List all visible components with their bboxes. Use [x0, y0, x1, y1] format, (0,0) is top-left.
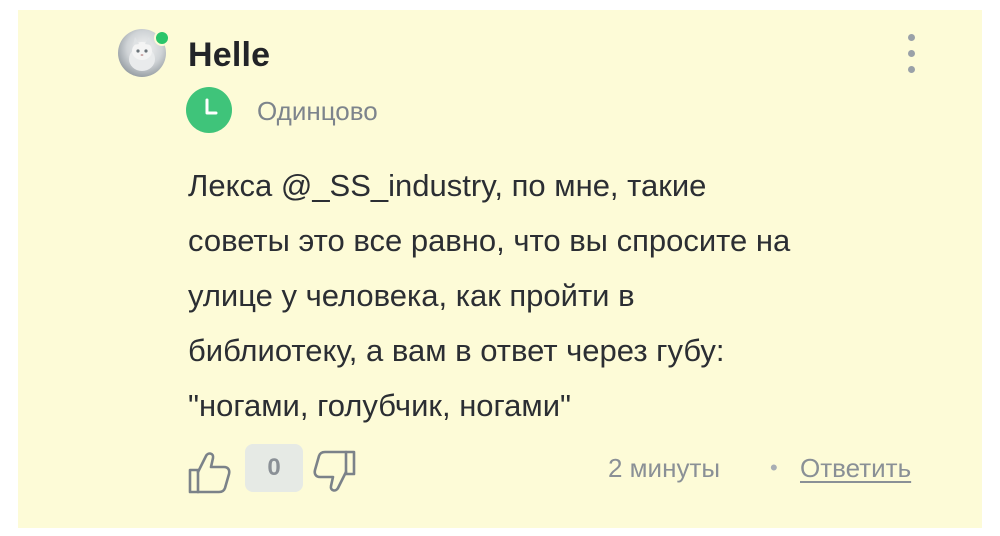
comment-line: Лекса @_SS_industry, по мне, такие [188, 168, 707, 203]
comment-line: советы это все равно, что вы спросите на [188, 223, 791, 258]
more-options-button[interactable] [900, 34, 924, 74]
reply-link[interactable]: Ответить [800, 453, 911, 484]
clock-icon [205, 98, 218, 115]
comment-line: библиотеку, а вам в ответ через губу: [188, 333, 725, 368]
dislike-button[interactable] [312, 448, 358, 496]
author-city: Одинцово [257, 96, 378, 126]
online-indicator [154, 30, 170, 46]
thumbs-up-icon [188, 452, 231, 494]
comment-line: "ногами, голубчик, ногами" [188, 388, 572, 423]
more-dot [908, 50, 915, 57]
comment-line: улице у человека, как пройти в [188, 278, 635, 313]
clock-badge [186, 87, 232, 133]
thumbs-down-icon [313, 450, 356, 492]
more-vertical-icon [908, 34, 915, 41]
author-name[interactable]: Helle [188, 36, 270, 75]
comment-text: Лекса @_SS_industry, по мне, такие совет… [188, 158, 948, 433]
comment-time: 2 минуты [608, 453, 721, 483]
rating-score: 0 [245, 444, 303, 492]
like-button[interactable] [186, 448, 232, 496]
footer-separator: • [770, 455, 778, 480]
more-dot [908, 66, 915, 73]
